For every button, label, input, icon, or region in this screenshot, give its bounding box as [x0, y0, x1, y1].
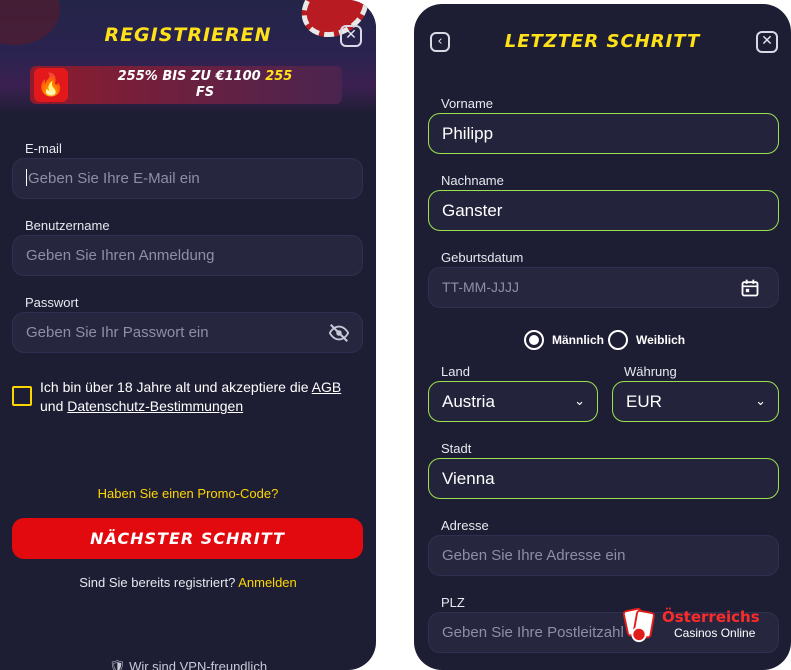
username-placeholder: Geben Sie Ihren Anmeldung: [26, 247, 215, 264]
chevron-down-icon: ⌄: [755, 394, 766, 409]
watermark-subtitle: Casinos Online: [674, 626, 756, 640]
login-prompt: Sind Sie bereits registriert? Anmelden: [79, 575, 297, 590]
email-label: E-mail: [25, 141, 62, 156]
watermark-logo: Österreichs Casinos Online: [618, 606, 788, 646]
address-placeholder: Geben Sie Ihre Adresse ein: [442, 547, 626, 564]
currency-select[interactable]: EUR ⌄: [612, 381, 779, 422]
first-name-input[interactable]: Philipp: [428, 113, 779, 154]
registration-panel: REGISTRIEREN ✕ 🔥 255% BIS ZU €1100 255 FS…: [0, 0, 376, 670]
zip-placeholder: Geben Sie Ihre Postleitzahl: [442, 624, 624, 641]
email-placeholder: Geben Sie Ihre E-Mail ein: [28, 170, 200, 187]
watermark-title: Österreichs: [662, 608, 760, 626]
country-label: Land: [441, 364, 470, 379]
casino-cards-icon: [622, 607, 655, 643]
chevron-down-icon: ⌄: [574, 394, 585, 409]
shield-icon: 🛡: [108, 659, 126, 670]
terms-link[interactable]: AGB: [312, 379, 342, 395]
currency-label: Währung: [624, 364, 677, 379]
country-select[interactable]: Austria ⌄: [428, 381, 598, 422]
country-value: Austria: [442, 392, 495, 411]
birthdate-label: Geburtsdatum: [441, 250, 524, 265]
city-label: Stadt: [441, 441, 472, 456]
fire-icon: 🔥: [34, 68, 68, 102]
password-placeholder: Geben Sie Ihr Passwort ein: [26, 324, 209, 341]
address-input[interactable]: Geben Sie Ihre Adresse ein: [428, 535, 779, 576]
promo-code-link[interactable]: Haben Sie einen Promo-Code?: [0, 486, 376, 501]
privacy-link[interactable]: Datenschutz-Bestimmungen: [67, 398, 243, 414]
username-label: Benutzername: [25, 218, 110, 233]
address-label: Adresse: [441, 518, 489, 533]
last-name-input[interactable]: Ganster: [428, 190, 779, 231]
bonus-text: 255% BIS ZU €1100 255 FS: [117, 69, 293, 100]
bonus-banner: 🔥 255% BIS ZU €1100 255 FS: [30, 66, 342, 104]
first-name-label: Vorname: [441, 96, 494, 111]
last-name-label: Nachname: [441, 173, 504, 188]
close-icon[interactable]: ✕: [756, 31, 778, 53]
consent-text: Ich bin über 18 Jahre alt und akzeptiere…: [40, 379, 342, 414]
currency-value: EUR: [626, 392, 662, 411]
password-input[interactable]: Geben Sie Ihr Passwort ein: [12, 312, 363, 353]
next-step-button[interactable]: NÄCHSTER SCHRITT: [12, 518, 363, 559]
gender-male-label: Männlich: [552, 333, 605, 347]
zip-label: PLZ: [441, 595, 465, 610]
eye-off-icon[interactable]: [328, 322, 350, 344]
close-icon[interactable]: ✕: [340, 25, 362, 47]
vpn-note: 🛡 Wir sind VPN-freundlich: [0, 659, 376, 670]
password-label: Passwort: [25, 295, 79, 310]
gender-male-radio[interactable]: [524, 330, 544, 350]
birthdate-placeholder: TT-MM-JJJJ: [442, 279, 519, 295]
calendar-icon[interactable]: [740, 278, 760, 298]
gender-female-label: Weiblich: [636, 333, 686, 347]
username-input[interactable]: Geben Sie Ihren Anmeldung: [12, 235, 363, 276]
login-link[interactable]: Anmelden: [238, 575, 297, 590]
final-step-title: LETZTER SCHRITT: [504, 31, 701, 52]
final-step-panel: ‹ LETZTER SCHRITT ✕ Vorname Philipp Nach…: [414, 4, 791, 670]
city-input[interactable]: Vienna: [428, 458, 779, 499]
age-consent-checkbox[interactable]: [12, 386, 32, 406]
email-input[interactable]: Geben Sie Ihre E-Mail ein: [12, 158, 363, 199]
birthdate-input[interactable]: TT-MM-JJJJ: [428, 267, 779, 308]
gender-female-radio[interactable]: [608, 330, 628, 350]
registration-title: REGISTRIEREN: [104, 24, 272, 46]
